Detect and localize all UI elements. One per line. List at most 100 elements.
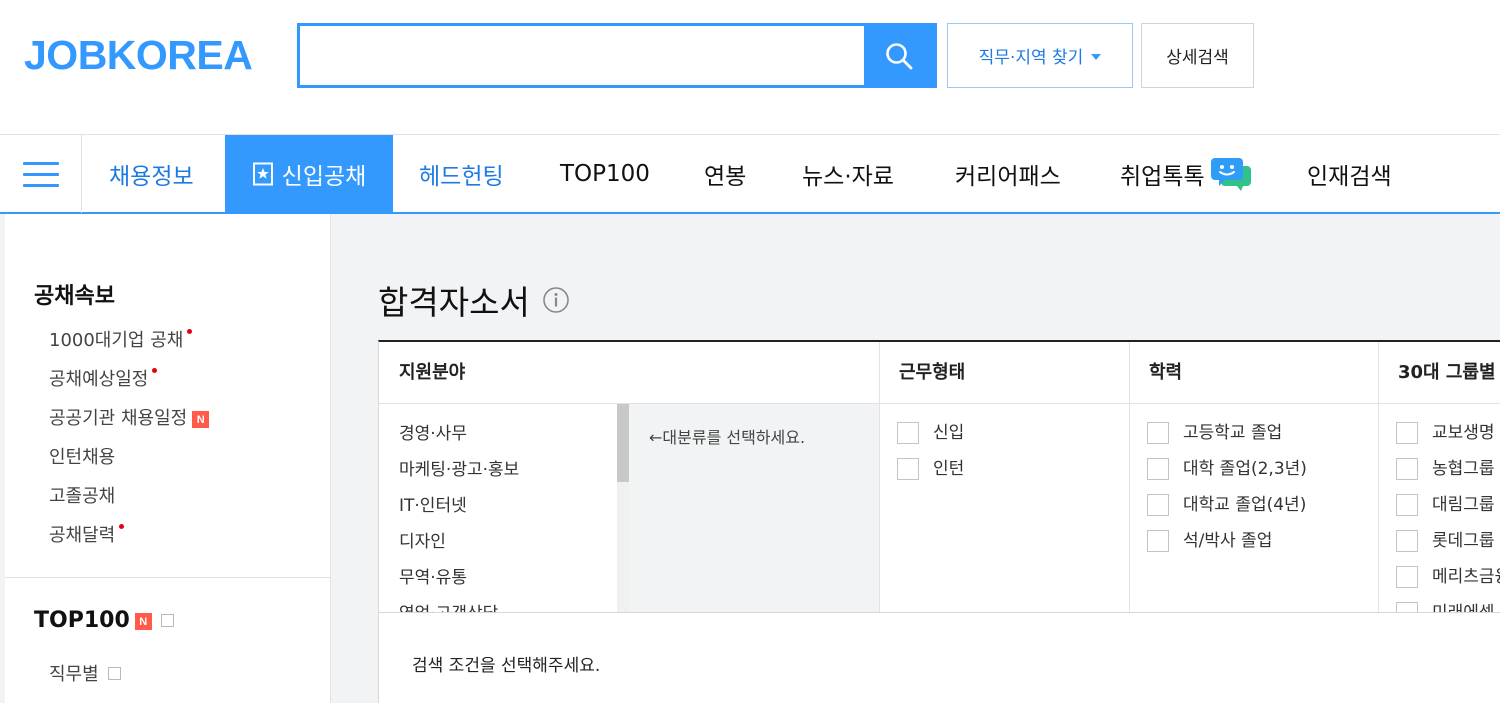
checkbox[interactable]	[1147, 530, 1169, 552]
sidebar-top100-header[interactable]: TOP100 N	[34, 608, 174, 633]
category-item[interactable]: 디자인	[399, 530, 619, 566]
search-input[interactable]	[300, 26, 864, 85]
option-label: 농협그룹	[1432, 459, 1495, 479]
education-option[interactable]: 대학교 졸업(4년)	[1147, 494, 1307, 530]
checkbox[interactable]	[1147, 494, 1169, 516]
category-scrollbar-thumb[interactable]	[617, 404, 629, 482]
nav-item-salary[interactable]: 연봉	[704, 135, 746, 213]
column-divider	[1129, 342, 1130, 612]
sidebar-section-title: 공채속보	[34, 284, 115, 309]
detail-search-button[interactable]: 상세검색	[1141, 23, 1254, 88]
expand-box-icon	[160, 614, 174, 627]
sidebar-item-label: 공채예상일정	[49, 369, 149, 390]
page-title: 합격자소서	[378, 276, 570, 324]
option-label: 신입	[933, 423, 965, 443]
sidebar-item-calendar[interactable]: 공채달력	[49, 524, 209, 563]
nav-item-top100[interactable]: TOP100	[560, 135, 650, 213]
group-option[interactable]: 메리츠금융	[1396, 566, 1500, 602]
search-icon	[886, 42, 913, 69]
sidebar-list: 1000대기업 공채 공채예상일정 공공기관 채용일정 N 인턴채용 고졸공채 …	[49, 329, 210, 563]
group-option[interactable]: 대림그룹	[1396, 494, 1500, 530]
new-dot-icon	[187, 329, 193, 334]
sidebar-item-label: 고졸공채	[49, 486, 116, 507]
checkbox[interactable]	[1396, 602, 1418, 612]
education-list: 고등학교 졸업 대학 졸업(2,3년) 대학교 졸업(4년) 석/박사 졸업	[1147, 422, 1307, 566]
nav-item-recruit-info[interactable]: 채용정보	[109, 135, 194, 213]
nav-item-news[interactable]: 뉴스·자료	[802, 135, 894, 213]
sidebar: 공채속보 1000대기업 공채 공채예상일정 공공기관 채용일정 N 인턴채용 …	[0, 214, 331, 703]
job-region-find-button[interactable]: 직무·지역 찾기	[947, 23, 1133, 88]
education-option[interactable]: 대학 졸업(2,3년)	[1147, 458, 1307, 494]
caret-down-icon	[1091, 53, 1102, 60]
group-option[interactable]: 롯데그룹	[1396, 530, 1500, 566]
checkbox[interactable]	[1396, 458, 1418, 480]
sidebar-item-public[interactable]: 공공기관 채용일정 N	[49, 407, 210, 446]
sidebar-item-schedule[interactable]: 공채예상일정	[49, 368, 209, 407]
chat-bubble-icon	[1210, 158, 1251, 191]
option-label: 미래에셋	[1432, 602, 1495, 612]
work-type-option[interactable]: 신입	[897, 422, 964, 458]
checkbox[interactable]	[897, 422, 919, 444]
category-item[interactable]: 경영·사무	[399, 422, 619, 458]
nav-item-label: 신입공채	[281, 164, 367, 190]
checkbox[interactable]	[1396, 566, 1418, 588]
sidebar-item-label: 공공기관 채용일정	[49, 408, 188, 429]
new-dot-icon	[119, 524, 125, 529]
category-item[interactable]: IT·인터넷	[399, 494, 619, 530]
checkbox[interactable]	[1147, 458, 1169, 480]
nav-item-career-path[interactable]: 커리어패스	[955, 135, 1061, 213]
nav-item-talent-search[interactable]: 인재검색	[1307, 135, 1392, 213]
column-header-work-type: 근무형태	[879, 342, 1129, 404]
sidebar-item-label: 1000대기업 공채	[49, 330, 184, 351]
menu-icon[interactable]	[0, 135, 82, 213]
search-button[interactable]	[864, 26, 934, 85]
category-item[interactable]: 무역·유통	[399, 566, 619, 602]
find-button-label: 직무·지역 찾기	[978, 48, 1084, 68]
new-dot-icon	[152, 368, 158, 373]
result-area: 검색 조건을 선택해주세요.	[379, 612, 1500, 703]
category-item[interactable]: 영업·고객상담	[399, 602, 619, 612]
education-option[interactable]: 고등학교 졸업	[1147, 422, 1307, 458]
work-type-option[interactable]: 인턴	[897, 458, 964, 494]
sidebar-item-highschool[interactable]: 고졸공채	[49, 485, 209, 524]
top-header: JOBKOREA 직무·지역 찾기 상세검색	[0, 0, 1500, 134]
result-message: 검색 조건을 선택해주세요.	[412, 656, 601, 676]
category-item[interactable]: 마케팅·광고·홍보	[399, 458, 619, 494]
sidebar-divider	[5, 577, 330, 578]
group-list-clip: 교보생명 농협그룹 대림그룹 롯데그룹 메리츠금융	[1379, 404, 1500, 612]
new-badge: N	[134, 613, 152, 630]
search-box	[297, 23, 937, 88]
option-label: 인턴	[933, 459, 965, 479]
sidebar-edge	[0, 214, 5, 703]
sidebar-item-top1000[interactable]: 1000대기업 공채	[49, 329, 209, 368]
work-type-list: 신입 인턴	[897, 422, 964, 494]
nav-item-headhunting[interactable]: 헤드헌팅	[419, 135, 504, 213]
option-label: 메리츠금융	[1432, 567, 1500, 587]
expand-box-icon	[107, 666, 121, 680]
bookmark-star-icon	[252, 162, 273, 186]
sidebar-item-intern[interactable]: 인턴채용	[49, 446, 209, 485]
checkbox[interactable]	[1396, 422, 1418, 444]
main-content: 합격자소서 지원분야 근무형태 학력 30대 그룹별 경영·사무 마케팅·광고·…	[331, 214, 1500, 703]
checkbox[interactable]	[897, 458, 919, 480]
sidebar-item-by-job[interactable]: 직무별	[49, 660, 121, 686]
sidebar-section-title: TOP100	[34, 608, 130, 633]
group-option[interactable]: 미래에셋	[1396, 602, 1500, 612]
group-option[interactable]: 농협그룹	[1396, 458, 1500, 494]
checkbox[interactable]	[1396, 530, 1418, 552]
option-label: 롯데그룹	[1432, 531, 1495, 551]
checkbox[interactable]	[1147, 422, 1169, 444]
subcategory-hint: ←대분류를 선택하세요.	[649, 428, 806, 447]
nav-item-new-grad[interactable]: 신입공채	[225, 135, 393, 213]
option-label: 교보생명	[1432, 423, 1495, 443]
jobkorea-logo[interactable]: JOBKOREA	[24, 32, 253, 78]
nav-item-job-talk[interactable]: 취업톡톡	[1120, 135, 1253, 213]
filter-panel: 지원분야 근무형태 학력 30대 그룹별 경영·사무 마케팅·광고·홍보 IT·…	[378, 340, 1500, 703]
checkbox[interactable]	[1396, 494, 1418, 516]
info-icon[interactable]	[542, 286, 570, 314]
group-option[interactable]: 교보생명	[1396, 422, 1500, 458]
education-option[interactable]: 석/박사 졸업	[1147, 530, 1307, 566]
category-list: 경영·사무 마케팅·광고·홍보 IT·인터넷 디자인 무역·유통 영업·고객상담	[399, 422, 619, 612]
option-label: 대학교 졸업(4년)	[1183, 495, 1307, 515]
nav-item-label: 취업톡톡	[1120, 164, 1205, 190]
